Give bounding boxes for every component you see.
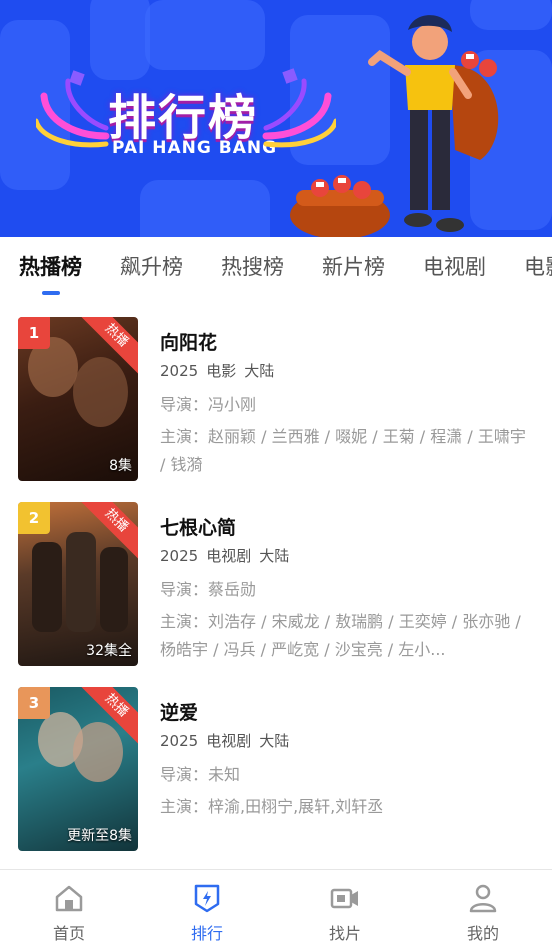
ranking-icon: [194, 884, 220, 913]
nav-label: 我的: [466, 924, 499, 943]
item-director: 导演：未知: [160, 765, 241, 784]
home-icon: [55, 885, 83, 912]
item-director: 导演：冯小刚: [160, 395, 257, 414]
item-info: 逆爱 2025 电视剧 大陆 导演：未知 主演：梓渝,田栩宁,展轩,刘轩丞: [160, 698, 532, 821]
tab-hot[interactable]: 热播榜: [0, 251, 101, 295]
person-illustration: [290, 15, 499, 237]
poster-figure: [73, 357, 128, 427]
item-cast: 主演：梓渝,田栩宁,展轩,刘轩丞: [160, 797, 384, 816]
tab-tv[interactable]: 电视剧: [404, 251, 505, 281]
nav-label: 找片: [328, 924, 361, 943]
item-title[interactable]: 向阳花: [160, 328, 532, 354]
item-year: 2025: [160, 547, 199, 565]
poster-figure: [66, 532, 96, 632]
nav-home[interactable]: 首页: [0, 870, 138, 950]
poster-figure: [100, 547, 128, 632]
tab-label: 热播榜: [19, 255, 82, 279]
bottom-nav: 首页 排行 找片 我的: [0, 869, 552, 950]
item-cast: 主演：刘浩存 / 宋威龙 / 敖瑞鹏 / 王奕婷 / 张亦驰 / 杨皓宇 / 冯…: [160, 612, 521, 659]
rank-badge: 2: [18, 502, 50, 534]
tab-label: 电视剧: [423, 255, 486, 279]
nav-find[interactable]: 找片: [276, 870, 414, 950]
item-region: 大陆: [259, 547, 290, 565]
item-region: 大陆: [244, 362, 275, 380]
nav-profile[interactable]: 我的: [414, 870, 552, 950]
item-year: 2025: [160, 732, 199, 750]
item-year: 2025: [160, 362, 199, 380]
active-tab-indicator: [41, 291, 60, 295]
nav-label: 排行: [190, 924, 223, 943]
banner-subtitle: PAI HANG BANG: [112, 138, 278, 158]
tab-label: 热搜榜: [221, 255, 284, 279]
item-type: 电影: [206, 362, 237, 380]
nav-ranking[interactable]: 排行: [138, 870, 276, 950]
category-tabs: 热播榜 飙升榜 热搜榜 新片榜 电视剧 电影: [0, 237, 552, 295]
video-camera-icon: [330, 888, 358, 909]
banner-tile: [140, 180, 270, 237]
rank-badge: 3: [18, 687, 50, 719]
poster-figure: [32, 542, 62, 632]
item-title[interactable]: 逆爱: [160, 698, 532, 724]
tab-new[interactable]: 新片榜: [303, 251, 404, 281]
item-cast: 主演：赵丽颖 / 兰西雅 / 啜妮 / 王菊 / 程潇 / 王啸宇 / 钱漪: [160, 427, 526, 474]
episode-label: 8集: [109, 458, 132, 474]
episode-label: 32集全: [86, 643, 132, 659]
item-info: 向阳花 2025 电影 大陆 导演：冯小刚 主演：赵丽颖 / 兰西雅 / 啜妮 / …: [160, 328, 532, 479]
rank-badge: 1: [18, 317, 50, 349]
ranking-list: 1 热播 8集 向阳花 2025 电影 大陆 导演：冯小刚 主演：赵丽颖 / 兰西雅…: [0, 300, 552, 855]
tab-rising[interactable]: 飙升榜: [101, 251, 202, 281]
list-item[interactable]: 3 热播 更新至8集 逆爱 2025 电视剧 大陆 导演：未知 主演：梓渝,田栩宁,…: [0, 670, 552, 855]
episode-label: 更新至8集: [67, 828, 132, 844]
nav-label: 首页: [52, 924, 85, 943]
splash-decoration-left: [36, 70, 110, 148]
item-info: 七根心简 2025 电视剧 大陆 导演：蔡岳勋 主演：刘浩存 / 宋威龙 / 敖瑞鹏…: [160, 513, 532, 664]
user-icon: [469, 884, 497, 913]
item-meta: 2025 电视剧 大陆: [160, 545, 532, 566]
item-title[interactable]: 七根心简: [160, 513, 532, 539]
item-type: 电视剧: [206, 732, 252, 750]
item-meta: 2025 电影 大陆: [160, 360, 532, 381]
tab-movie[interactable]: 电影: [505, 251, 552, 281]
tab-hot-search[interactable]: 热搜榜: [202, 251, 303, 281]
tab-label: 飙升榜: [120, 255, 183, 279]
banner: 排行榜 PAI HANG BANG: [0, 0, 552, 237]
tab-label: 新片榜: [322, 255, 385, 279]
tab-label: 电影: [524, 255, 552, 279]
item-region: 大陆: [259, 732, 290, 750]
list-item[interactable]: 1 热播 8集 向阳花 2025 电影 大陆 导演：冯小刚 主演：赵丽颖 / 兰西雅…: [0, 300, 552, 485]
poster-image[interactable]: 2 热播 32集全: [18, 502, 138, 666]
item-meta: 2025 电视剧 大陆: [160, 730, 532, 751]
item-director: 导演：蔡岳勋: [160, 580, 257, 599]
poster-image[interactable]: 3 热播 更新至8集: [18, 687, 138, 851]
item-type: 电视剧: [206, 547, 252, 565]
banner-tile: [145, 0, 265, 70]
poster-figure: [73, 722, 123, 782]
poster-image[interactable]: 1 热播 8集: [18, 317, 138, 481]
list-item[interactable]: 2 热播 32集全 七根心简 2025 电视剧 大陆 导演：蔡岳勋 主演：刘浩存 /…: [0, 485, 552, 670]
